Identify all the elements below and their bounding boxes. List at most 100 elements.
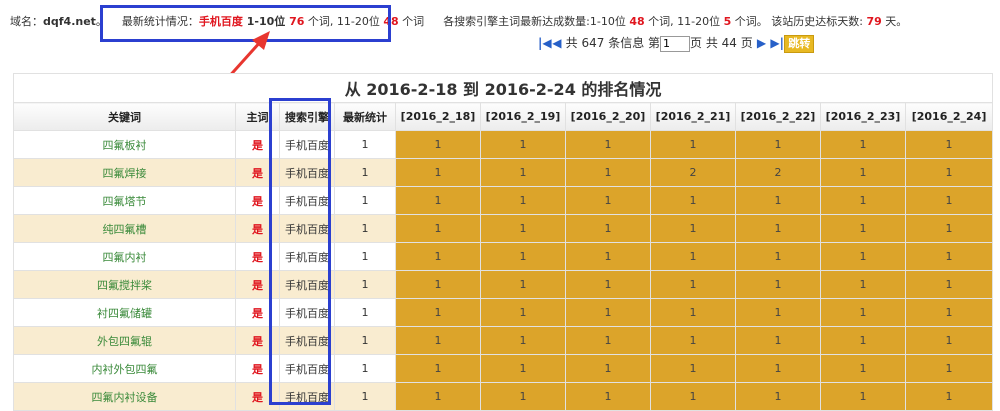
main-word-flag: 是 [235, 214, 280, 243]
table-row: 外包四氟辊是手机百度 1 1 1 1 1 1 1 1 [13, 326, 994, 355]
keyword-link[interactable]: 四氟搅拌桨 [13, 270, 236, 299]
daily-rank-cell: 1 [650, 186, 736, 215]
keyword-link[interactable]: 衬四氟储罐 [13, 298, 236, 327]
daily-rank-cell: 1 [904, 354, 994, 383]
daily-rank-cell: 1 [904, 130, 994, 159]
daily-rank-cell: 1 [480, 186, 566, 215]
daily-rank-cell: 1 [395, 130, 481, 159]
first-page-icon[interactable]: |◀ [538, 34, 552, 52]
keyword-link[interactable]: 内衬外包四氟 [13, 354, 236, 383]
latest-rank-cell: 1 [334, 186, 396, 215]
latest-rank-cell: 1 [334, 158, 396, 187]
daily-rank-cell: 1 [395, 242, 481, 271]
search-engine-cell: 手机百度 [279, 242, 335, 271]
daily-rank-cell: 1 [904, 242, 994, 271]
daily-rank-cell: 1 [395, 270, 481, 299]
daily-rank-cell: 1 [565, 130, 651, 159]
daily-rank-cell: 1 [395, 186, 481, 215]
engines-mid-text: 个词, 11-20位 [644, 15, 724, 28]
table-header-row: 关键词 主词 搜索引擎 最新统计 [2016_2_18] [2016_2_19] [2016… [13, 102, 994, 131]
latest-rank-cell: 1 [334, 354, 396, 383]
daily-rank-cell: 1 [820, 298, 906, 327]
keyword-link[interactable]: 四氟内衬设备 [13, 382, 236, 411]
search-engine-cell: 手机百度 [279, 130, 335, 159]
daily-rank-cell: 1 [820, 382, 906, 411]
daily-rank-cell: 1 [904, 186, 994, 215]
daily-rank-cell: 1 [480, 326, 566, 355]
daily-rank-cell: 1 [735, 186, 821, 215]
daily-rank-cell: 1 [395, 382, 481, 411]
column-header: 搜索引擎 [279, 102, 335, 131]
daily-rank-cell: 1 [735, 214, 821, 243]
last-page-icon[interactable]: ▶| [770, 34, 784, 52]
daily-rank-cell: 1 [650, 382, 736, 411]
main-word-flag: 是 [235, 326, 280, 355]
column-header: 最新统计 [334, 102, 396, 131]
main-word-flag: 是 [235, 270, 280, 299]
latest-rank-cell: 1 [334, 130, 396, 159]
daily-rank-cell: 1 [820, 354, 906, 383]
daily-rank-cell: 1 [565, 354, 651, 383]
daily-rank-cell: 1 [480, 130, 566, 159]
daily-rank-cell: 1 [820, 158, 906, 187]
search-engine-cell: 手机百度 [279, 354, 335, 383]
daily-rank-cell: 1 [650, 214, 736, 243]
table-row: 四氟板衬是手机百度 1 1 1 1 1 1 1 1 [13, 130, 994, 159]
keyword-link[interactable]: 四氟内衬 [13, 242, 236, 271]
prev-page-icon[interactable]: ◀ [552, 34, 562, 52]
column-header: 主词 [235, 102, 280, 131]
history-days: 79 [866, 15, 882, 28]
search-engine-cell: 手机百度 [279, 186, 335, 215]
daily-rank-cell: 1 [565, 382, 651, 411]
daily-rank-cell: 1 [904, 214, 994, 243]
keyword-link[interactable]: 纯四氟槽 [13, 214, 236, 243]
daily-rank-cell: 1 [735, 270, 821, 299]
keyword-link[interactable]: 四氟塔节 [13, 186, 236, 215]
table-row: 四氟焊接是手机百度 1 1 1 1 2 2 1 1 [13, 158, 994, 187]
keyword-link[interactable]: 外包四氟辊 [13, 326, 236, 355]
search-engine-cell: 手机百度 [279, 214, 335, 243]
engines-top10-count: 48 [629, 15, 645, 28]
daily-rank-cell: 1 [735, 298, 821, 327]
daily-rank-cell: 1 [735, 382, 821, 411]
total-pages-text: 页 共 44 页 [690, 36, 757, 50]
latest-rank-cell: 1 [334, 298, 396, 327]
column-header: [2016_2_20] [565, 102, 651, 131]
daily-rank-cell: 2 [650, 158, 736, 187]
daily-rank-cell: 1 [650, 298, 736, 327]
daily-rank-cell: 1 [735, 354, 821, 383]
main-word-flag: 是 [235, 382, 280, 411]
daily-rank-cell: 1 [565, 242, 651, 271]
daily-rank-cell: 1 [650, 130, 736, 159]
daily-rank-cell: 1 [395, 158, 481, 187]
daily-rank-cell: 1 [480, 382, 566, 411]
page-number-input[interactable] [660, 35, 691, 52]
search-engine-cell: 手机百度 [279, 382, 335, 411]
table-row: 四氟搅拌桨是手机百度 1 1 1 1 1 1 1 1 [13, 270, 994, 299]
daily-rank-cell: 1 [650, 270, 736, 299]
daily-rank-cell: 1 [820, 130, 906, 159]
daily-rank-cell: 1 [565, 270, 651, 299]
jump-button[interactable]: 跳转 [784, 34, 815, 53]
main-word-flag: 是 [235, 298, 280, 327]
history-unit: 天。 [881, 15, 908, 28]
daily-rank-cell: 1 [480, 298, 566, 327]
table-row: 衬四氟储罐是手机百度 1 1 1 1 1 1 1 1 [13, 298, 994, 327]
next-page-icon[interactable]: ▶ [757, 34, 767, 52]
column-header: [2016_2_19] [480, 102, 566, 131]
pagination: |◀ ◀ 共 647 条信息 第 页 共 44 页 ▶ ▶| 跳转 [538, 34, 815, 53]
domain-value: dqf4.net [43, 15, 96, 28]
table-caption: 从 2016-2-18 到 2016-2-24 的排名情况 [12, 73, 994, 103]
column-header: 关键词 [13, 102, 236, 131]
daily-rank-cell: 1 [480, 242, 566, 271]
keyword-link[interactable]: 四氟焊接 [13, 158, 236, 187]
daily-rank-cell: 1 [820, 214, 906, 243]
table-row: 纯四氟槽是手机百度 1 1 1 1 1 1 1 1 [13, 214, 994, 243]
daily-rank-cell: 1 [565, 158, 651, 187]
engines-text: 各搜索引擎主词最新达成数量:1-10位 [443, 15, 630, 28]
daily-rank-cell: 1 [395, 214, 481, 243]
daily-rank-cell: 1 [735, 130, 821, 159]
daily-rank-cell: 1 [904, 158, 994, 187]
search-engine-cell: 手机百度 [279, 326, 335, 355]
keyword-link[interactable]: 四氟板衬 [13, 130, 236, 159]
